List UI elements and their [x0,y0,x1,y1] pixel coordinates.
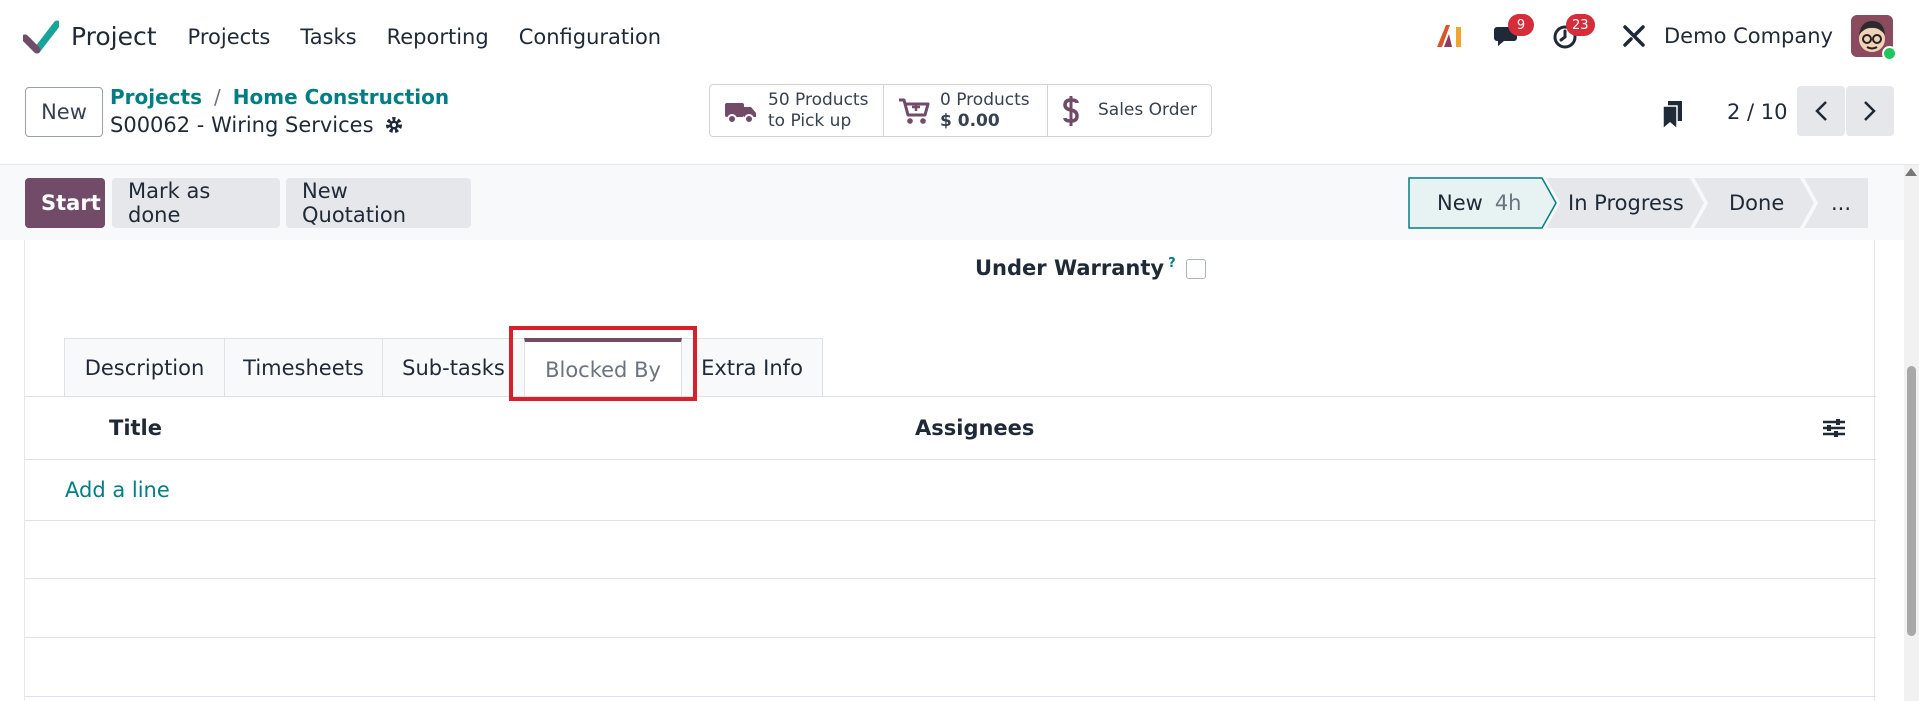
products-sold-amount: $ 0.00 [940,110,1000,131]
activities-button[interactable]: 23 [1548,14,1595,54]
under-warranty-text: Under Warranty [975,256,1165,280]
pager-next-button[interactable] [1846,86,1894,136]
control-panel: New Projects / Home Construction S00062 - … [0,73,1919,165]
scroll-up-arrow-icon[interactable] [1905,168,1917,176]
smart-buttons: 50 Products to Pick up 0 Products $ 0.00… [709,84,1212,137]
tab-timesheets[interactable]: Timesheets [224,338,383,397]
truck-icon [725,102,756,124]
form-sheet [24,240,1875,701]
menu-configuration[interactable]: Configuration [519,25,661,49]
online-status-icon [1882,46,1897,61]
chevron-right-icon [1864,101,1876,121]
stage-new-label: New [1437,191,1483,215]
new-record-button[interactable]: New [25,87,103,137]
products-to-pick-count: 50 Products [768,89,869,110]
tab-extra-info[interactable]: Extra Info [681,338,823,397]
stage-more[interactable]: ... [1831,191,1851,215]
record-title: S00062 - Wiring Services [110,113,374,137]
help-tooltip-icon[interactable]: ? [1168,256,1176,271]
notebook-tabs: Description Timesheets Sub-tasks Blocked… [64,338,823,397]
systray: 9 23 Demo Company [1432,14,1897,61]
ai-icon[interactable] [1432,18,1468,54]
list-row-divider [25,578,1876,579]
messages-badge: 9 [1508,14,1535,36]
project-app-icon [23,20,59,53]
activities-badge: 23 [1566,14,1595,36]
avatar[interactable] [1851,15,1897,61]
chevron-left-icon [1815,101,1827,121]
highlight-box [509,326,697,401]
app-name: Project [71,22,157,51]
products-sold-button[interactable]: 0 Products $ 0.00 [884,85,1048,136]
menu-projects[interactable]: Projects [188,25,271,49]
stage-new-time: 4h [1494,191,1522,215]
under-warranty-checkbox[interactable] [1186,259,1206,279]
products-to-pick-caption: to Pick up [768,110,852,131]
stage-new[interactable]: New 4h [1437,191,1521,215]
menu-tasks[interactable]: Tasks [300,25,356,49]
tab-description[interactable]: Description [64,338,225,397]
start-button[interactable]: Start [25,178,105,228]
add-a-line-link[interactable]: Add a line [65,478,170,502]
under-warranty-label: Under Warranty? [975,256,1176,280]
company-switcher[interactable]: Demo Company [1664,24,1833,48]
breadcrumb-home-construction[interactable]: Home Construction [233,85,449,109]
scrollbar-thumb[interactable] [1907,366,1916,636]
top-navbar: Project Projects Tasks Reporting Configu… [0,0,1919,73]
list-header: Title Assignees [25,397,1876,460]
tab-sub-tasks[interactable]: Sub-tasks [382,338,525,397]
products-to-pick-label: 50 Products to Pick up [768,90,868,132]
menu-reporting[interactable]: Reporting [387,25,489,49]
breadcrumb-projects[interactable]: Projects [110,85,202,109]
sales-order-button[interactable]: Sales Order [1048,85,1211,136]
main-menu: Projects Tasks Reporting Configuration [188,25,662,49]
breadcrumb: Projects / Home Construction [110,85,449,109]
breadcrumb-separator: / [214,85,221,109]
record-title-row: S00062 - Wiring Services [110,113,404,137]
bookmark-icon[interactable] [1661,100,1685,130]
stage-in-progress[interactable]: In Progress [1568,191,1684,215]
debug-tools-icon[interactable] [1616,18,1652,54]
new-quotation-button[interactable]: New Quotation [286,178,471,228]
app-brand[interactable]: Project [23,20,157,54]
column-title[interactable]: Title [109,416,162,440]
products-sold-count: 0 Products [940,89,1030,110]
list-row-divider [25,696,1876,697]
cart-icon [899,98,930,124]
dollar-icon [1063,95,1079,126]
messages-button[interactable]: 9 [1490,14,1535,54]
optional-columns-icon[interactable] [1822,417,1846,439]
pager-value[interactable]: 2 / 10 [1727,100,1788,124]
pager-previous-button[interactable] [1797,86,1845,136]
list-row-divider [25,520,1876,521]
sales-order-label: Sales Order [1098,100,1197,120]
list-row-divider [25,637,1876,638]
products-sold-label: 0 Products $ 0.00 [940,90,1030,132]
form-statusbar: Start Mark as done New Quotation New 4h I… [0,165,1904,240]
mark-as-done-button[interactable]: Mark as done [112,178,280,228]
gear-icon[interactable] [384,115,404,135]
stage-done[interactable]: Done [1729,191,1784,215]
products-to-pick-button[interactable]: 50 Products to Pick up [710,85,884,136]
column-assignees[interactable]: Assignees [915,416,1034,440]
